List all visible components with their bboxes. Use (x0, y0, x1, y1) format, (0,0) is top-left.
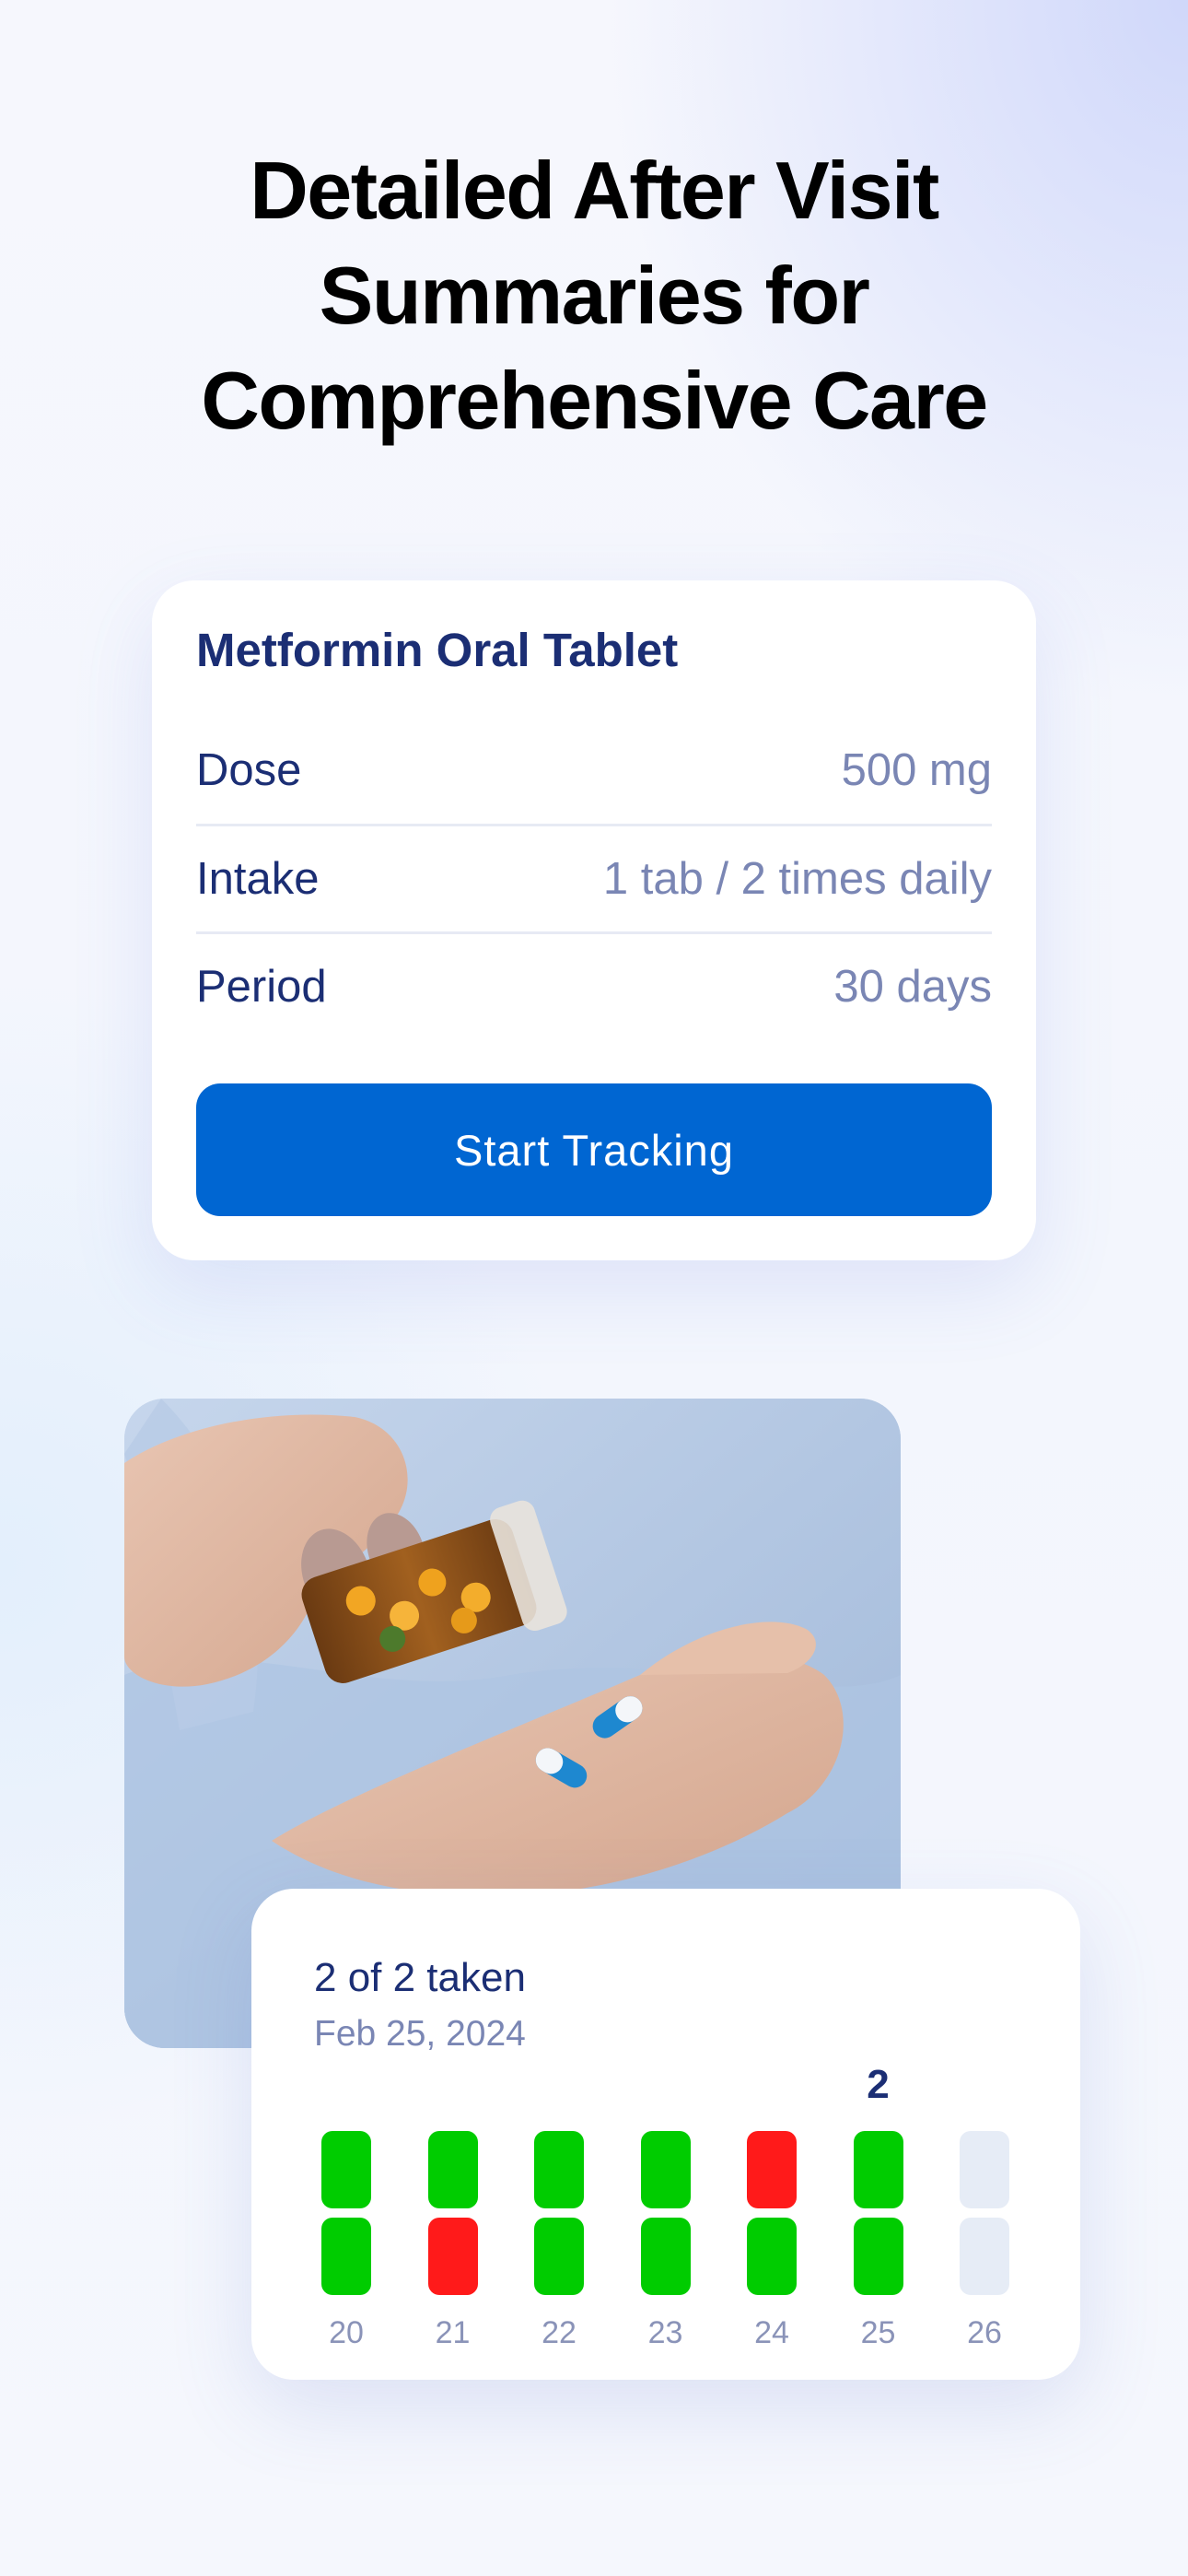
medication-card: Metformin Oral Tablet Dose 500 mg Intake… (152, 580, 1036, 1260)
dose-label: Dose (196, 745, 302, 795)
dose-indicator-taken (321, 2131, 371, 2208)
headline-line-1: Detailed After Visit (250, 145, 939, 236)
intake-row: Intake 1 tab / 2 times daily (196, 825, 992, 932)
day-label: 20 (329, 2315, 364, 2350)
dose-indicator-missed (747, 2131, 797, 2208)
dose-indicator-taken (534, 2218, 584, 2295)
dose-indicator-taken (534, 2131, 584, 2208)
dose-indicator-taken (853, 2131, 903, 2208)
day-label: 22 (542, 2315, 577, 2350)
period-label: Period (196, 962, 327, 1012)
tracker-date: Feb 25, 2024 (314, 2014, 526, 2054)
taken-status: 2 of 2 taken (314, 1955, 526, 2000)
selected-day-count: 2 (867, 2062, 890, 2107)
dose-indicator-taken (640, 2131, 691, 2208)
day-label: 26 (967, 2315, 1002, 2350)
headline: Detailed After Visit Summaries for Compr… (0, 138, 1188, 453)
dose-indicator-taken (640, 2218, 691, 2295)
day-label: 24 (754, 2315, 789, 2350)
intake-tracker-card: 2 of 2 taken Feb 25, 2024 2 20 21 22 23 24 25… (251, 1889, 1080, 2380)
intake-label: Intake (196, 854, 320, 904)
day-label: 21 (435, 2315, 471, 2350)
headline-line-2: Summaries for (319, 250, 870, 341)
dose-indicator-taken (747, 2218, 797, 2295)
dose-indicator-missed (427, 2218, 478, 2295)
dose-row: Dose 500 mg (196, 717, 992, 824)
dose-indicator-taken (321, 2218, 371, 2295)
dose-indicator-taken (427, 2131, 478, 2208)
start-tracking-button[interactable]: Start Tracking (196, 1083, 992, 1216)
dose-indicator-pending (960, 2218, 1009, 2295)
period-value: 30 days (833, 962, 992, 1012)
headline-line-3: Comprehensive Care (201, 355, 988, 446)
dose-indicator-taken (853, 2218, 903, 2295)
day-label: 23 (647, 2315, 683, 2350)
medication-name: Metformin Oral Tablet (196, 624, 679, 676)
dose-value: 500 mg (841, 745, 992, 795)
intake-value: 1 tab / 2 times daily (602, 854, 992, 904)
dose-indicator-pending (960, 2131, 1009, 2208)
day-label: 25 (860, 2315, 896, 2350)
period-row: Period 30 days (196, 933, 992, 1040)
